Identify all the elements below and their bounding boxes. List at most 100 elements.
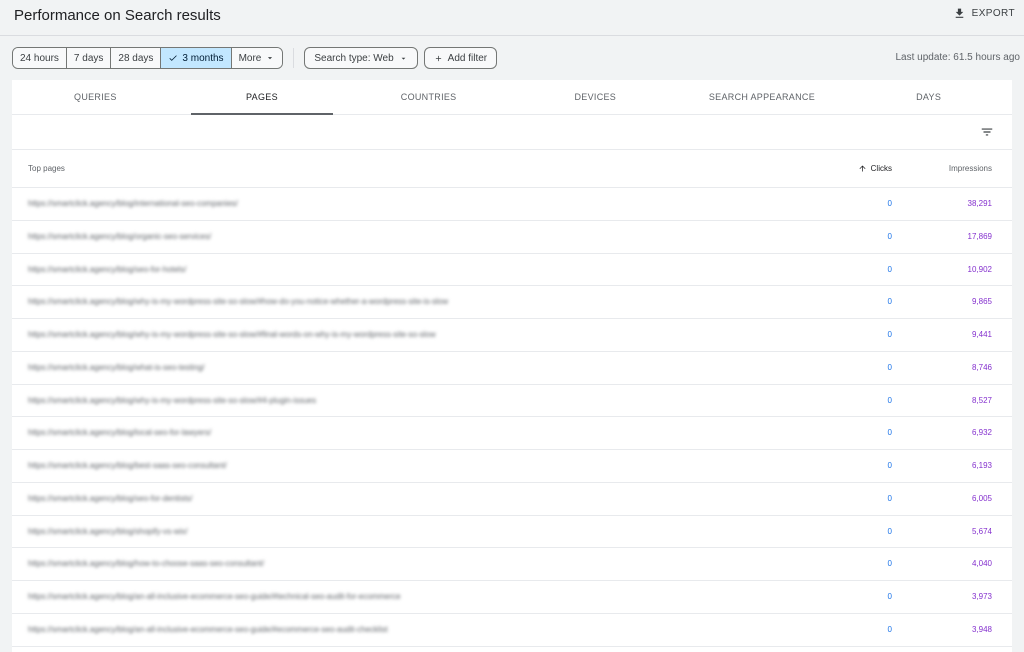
tab-devices[interactable]: DEVICES <box>512 80 679 114</box>
clicks-value: 0 <box>887 428 892 438</box>
clicks-value: 0 <box>887 493 892 503</box>
dimension-tabs: QUERIES PAGES COUNTRIES DEVICES SEARCH A… <box>12 80 1012 115</box>
table-row[interactable]: https://smartclick.agency/blog/how-to-ch… <box>12 548 1012 581</box>
page-url: https://smartclick.agency/blog/seo-for-d… <box>28 493 193 503</box>
clicks-value: 0 <box>887 461 892 470</box>
impressions-value: 6,932 <box>971 428 992 438</box>
page-url: https://smartclick.agency/blog/why-is-my… <box>28 395 317 405</box>
page-url: https://smartclick.agency/blog/seo-for-h… <box>28 264 187 274</box>
impressions-value: 5,674 <box>971 526 992 536</box>
check-icon <box>169 55 178 61</box>
clicks-value: 0 <box>887 362 892 372</box>
clicks-value: 0 <box>887 330 892 339</box>
page-url: https://smartclick.agency/blog/an-all-in… <box>28 624 388 634</box>
page-url: https://smartclick.agency/blog/internati… <box>28 199 238 208</box>
date-option-more[interactable]: More <box>231 48 283 68</box>
filter-bar: 24 hours 7 days 28 days 3 months More Se… <box>12 47 503 69</box>
tab-search-appearance[interactable]: SEARCH APPEARANCE <box>679 80 846 114</box>
impressions-value: 4,040 <box>971 559 992 569</box>
table-row[interactable]: https://smartclick.agency/blog/an-all-in… <box>12 581 1012 614</box>
table-row[interactable]: https://smartclick.agency/blog/why-is-my… <box>12 286 1012 319</box>
export-button[interactable]: EXPORT <box>953 7 1015 20</box>
table-header: Top pages Clicks Impressions <box>12 150 1012 188</box>
table-row[interactable]: https://smartclick.agency/blog/why-is-my… <box>12 319 1012 352</box>
table-row[interactable]: https://smartclick.agency/blog/organic-s… <box>12 221 1012 254</box>
date-option-3-months[interactable]: 3 months <box>161 48 232 68</box>
impressions-value: 8,527 <box>971 395 992 405</box>
page-url: https://smartclick.agency/blog/best-saas… <box>28 461 227 470</box>
page-url: https://smartclick.agency/blog/local-seo… <box>28 428 212 438</box>
page-title: Performance on Search results <box>14 7 221 24</box>
impressions-value: 10,902 <box>967 264 992 274</box>
date-range-selector: 24 hours 7 days 28 days 3 months More <box>12 47 284 69</box>
impressions-value: 3,948 <box>971 624 992 634</box>
report-card: QUERIES PAGES COUNTRIES DEVICES SEARCH A… <box>12 80 1012 652</box>
caret-down-icon <box>268 57 273 60</box>
column-header-clicks[interactable]: Clicks <box>858 164 892 173</box>
impressions-value: 17,869 <box>967 231 992 241</box>
table-toolbar <box>12 115 1012 150</box>
impressions-value: 6,193 <box>971 461 992 470</box>
date-option-label: More <box>238 52 262 64</box>
table-row[interactable]: https://smartclick.agency/blog/best-saas… <box>12 450 1012 483</box>
tab-queries[interactable]: QUERIES <box>12 80 179 114</box>
table-row[interactable]: https://smartclick.agency/blog/an-all-in… <box>12 614 1012 647</box>
date-option-7-days[interactable]: 7 days <box>66 48 112 68</box>
search-type-label: Search type: Web <box>314 52 394 64</box>
table-body: https://smartclick.agency/blog/internati… <box>12 188 1012 647</box>
caret-down-icon <box>401 57 406 60</box>
page-url: https://smartclick.agency/blog/an-all-in… <box>28 592 401 601</box>
clicks-value: 0 <box>887 231 892 241</box>
clicks-value: 0 <box>887 592 892 601</box>
impressions-value: 6,005 <box>971 493 992 503</box>
table-row[interactable]: https://smartclick.agency/blog/local-seo… <box>12 417 1012 450</box>
page-url: https://smartclick.agency/blog/shopify-v… <box>28 526 188 536</box>
clicks-value: 0 <box>887 395 892 405</box>
impressions-value: 38,291 <box>967 199 992 208</box>
plus-icon <box>435 55 441 61</box>
filter-list-icon[interactable] <box>980 125 994 139</box>
table-row[interactable]: https://smartclick.agency/blog/what-is-s… <box>12 352 1012 385</box>
page-url: https://smartclick.agency/blog/how-to-ch… <box>28 559 265 569</box>
table-row[interactable]: https://smartclick.agency/blog/seo-for-d… <box>12 483 1012 516</box>
table-row[interactable]: https://smartclick.agency/blog/seo-for-h… <box>12 254 1012 287</box>
last-update-text: Last update: 61.5 hours ago <box>895 52 1020 63</box>
date-option-label: 28 days <box>118 52 154 64</box>
tab-countries[interactable]: COUNTRIES <box>345 80 512 114</box>
add-filter-button[interactable]: Add filter <box>423 47 498 69</box>
clicks-value: 0 <box>887 297 892 307</box>
page-url: https://smartclick.agency/blog/why-is-my… <box>28 297 449 307</box>
add-filter-label: Add filter <box>447 52 488 64</box>
date-option-28-days[interactable]: 28 days <box>111 48 162 68</box>
page-url: https://smartclick.agency/blog/organic-s… <box>28 231 212 241</box>
clicks-value: 0 <box>887 264 892 274</box>
clicks-header-label: Clicks <box>870 164 892 173</box>
date-option-24-hours[interactable]: 24 hours <box>13 48 67 68</box>
clicks-value: 0 <box>887 624 892 634</box>
impressions-value: 8,746 <box>971 362 992 372</box>
export-label: EXPORT <box>971 8 1015 19</box>
divider <box>293 48 295 68</box>
arrow-up-icon <box>859 165 866 172</box>
clicks-value: 0 <box>887 559 892 569</box>
column-header-pages[interactable]: Top pages <box>28 164 65 173</box>
impressions-value: 9,865 <box>971 297 992 307</box>
tab-days[interactable]: DAYS <box>845 80 1012 114</box>
clicks-value: 0 <box>887 526 892 536</box>
table-row[interactable]: https://smartclick.agency/blog/shopify-v… <box>12 516 1012 549</box>
date-option-label: 7 days <box>73 52 104 64</box>
impressions-value: 9,441 <box>971 330 992 339</box>
page-url: https://smartclick.agency/blog/what-is-s… <box>28 362 205 372</box>
page-header: Performance on Search results EXPORT <box>0 0 1024 36</box>
search-type-filter[interactable]: Search type: Web <box>304 47 418 69</box>
tab-pages[interactable]: PAGES <box>179 80 346 115</box>
page-url: https://smartclick.agency/blog/why-is-my… <box>28 330 436 339</box>
clicks-value: 0 <box>887 199 892 208</box>
date-option-label: 24 hours <box>20 52 59 64</box>
impressions-value: 3,973 <box>971 592 992 601</box>
date-option-label: 3 months <box>182 52 224 64</box>
download-icon <box>955 8 963 18</box>
table-row[interactable]: https://smartclick.agency/blog/why-is-my… <box>12 385 1012 418</box>
column-header-impressions[interactable]: Impressions <box>949 164 992 173</box>
table-row[interactable]: https://smartclick.agency/blog/internati… <box>12 188 1012 221</box>
